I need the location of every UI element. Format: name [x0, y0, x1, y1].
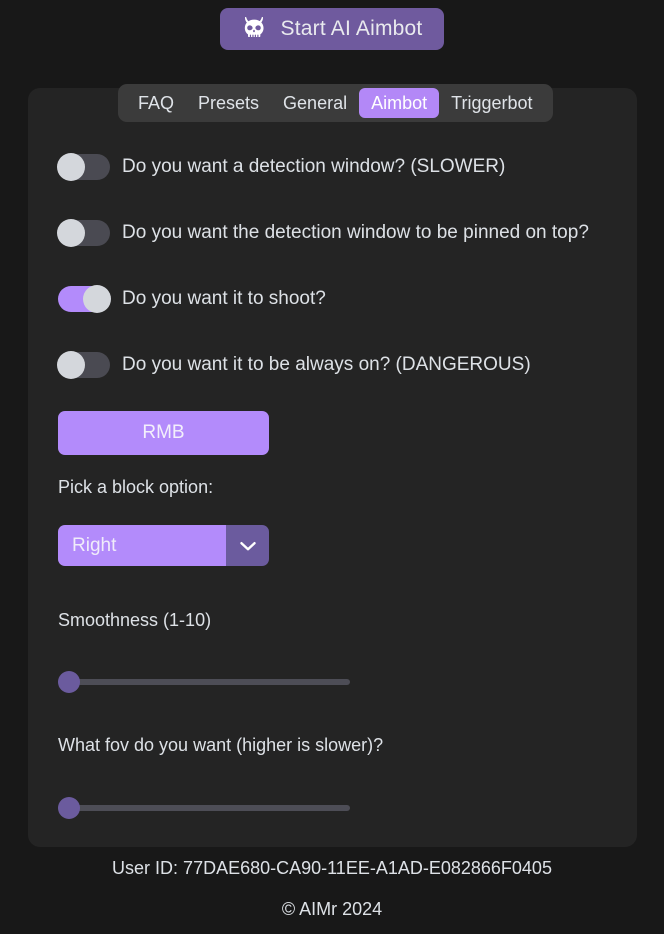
row-pinned-on-top: Do you want the detection window to be p… [57, 219, 589, 247]
smoothness-label: Smoothness (1-10) [58, 610, 212, 630]
settings-panel: FAQ Presets General Aimbot Triggerbot Do… [28, 84, 637, 847]
user-id-text: User ID: 77DAE680-CA90-11EE-A1AD-E082866… [112, 858, 552, 878]
label-always-on: Do you want it to be always on? (DANGERO… [122, 354, 531, 375]
start-ai-aimbot-button[interactable]: Start AI Aimbot [219, 8, 445, 50]
toggle-knob [57, 219, 85, 247]
fov-label: What fov do you want (higher is slower)? [58, 735, 384, 755]
block-option-label: Pick a block option: [58, 477, 214, 497]
smoothness-slider[interactable] [58, 671, 350, 693]
keybind-button[interactable]: RMB [58, 411, 269, 455]
toggle-shoot[interactable] [58, 285, 111, 313]
fov-slider[interactable] [58, 797, 350, 819]
slider-thumb[interactable] [58, 671, 80, 693]
row-shoot: Do you want it to shoot? [58, 285, 326, 313]
copyright-text: © AIMr 2024 [281, 899, 383, 919]
toggle-always-on[interactable] [57, 351, 110, 379]
row-detection-window: Do you want a detection window? (SLOWER) [57, 153, 506, 181]
app-root: Start AI Aimbot FAQ Presets General Aimb… [0, 0, 664, 934]
tab-presets[interactable]: Presets [186, 88, 271, 118]
toggle-knob [57, 153, 85, 181]
slider-track [58, 679, 350, 685]
row-always-on: Do you want it to be always on? (DANGERO… [57, 351, 531, 379]
tab-general[interactable]: General [271, 88, 359, 118]
label-detection-window: Do you want a detection window? (SLOWER) [122, 156, 506, 177]
slider-thumb[interactable] [58, 797, 80, 819]
tab-bar: FAQ Presets General Aimbot Triggerbot [118, 84, 553, 122]
tab-faq[interactable]: FAQ [126, 88, 186, 118]
block-option-value: Right [58, 525, 226, 566]
toggle-detection-window[interactable] [57, 153, 110, 181]
tab-aimbot[interactable]: Aimbot [359, 88, 440, 118]
toggle-pinned-on-top[interactable] [57, 219, 110, 247]
toggle-knob [57, 351, 85, 379]
start-button-label: Start AI Aimbot [280, 17, 423, 40]
toggle-knob [83, 285, 111, 313]
slider-track [58, 805, 350, 811]
label-shoot: Do you want it to shoot? [122, 288, 326, 309]
horned-skull-icon [240, 16, 268, 42]
block-option-select[interactable]: Right [58, 525, 269, 566]
start-button-container: Start AI Aimbot [0, 8, 664, 50]
label-pinned-on-top: Do you want the detection window to be p… [122, 222, 589, 243]
tab-triggerbot[interactable]: Triggerbot [439, 88, 544, 118]
chevron-down-icon[interactable] [226, 525, 269, 566]
